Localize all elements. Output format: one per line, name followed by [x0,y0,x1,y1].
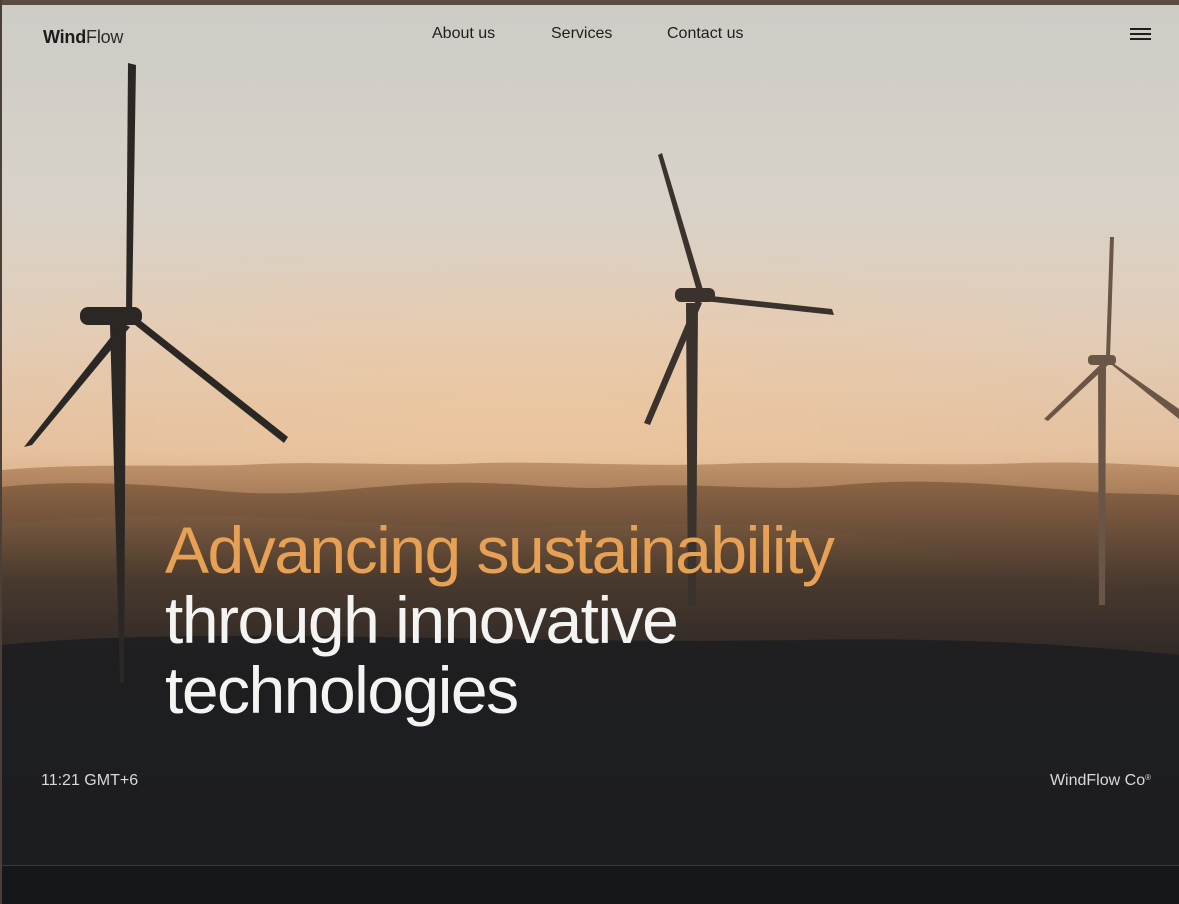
brand-name-light: Flow [86,27,124,47]
window-left-border [0,0,2,904]
company-name-text: WindFlow Co [1049,772,1146,789]
local-time: 11:21 GMT+6 [41,772,139,789]
headline-line-1: Advancing sustainability [165,513,835,587]
registered-mark: ® [1145,773,1151,782]
hero-headline: Advancing sustainability through innovat… [165,513,835,727]
brand-name-bold: Wind [43,27,87,47]
company-name: WindFlow Co® [1050,772,1151,790]
nav-services[interactable]: Services [551,25,612,43]
nav-about-us[interactable]: About us [432,25,495,43]
hero-section: WindFlow About us Services Contact us Ad… [2,5,1179,865]
next-section [2,866,1179,904]
hamburger-menu-icon[interactable] [1130,28,1151,40]
nav-contact-us[interactable]: Contact us [667,25,743,43]
window-top-border [0,0,1179,5]
headline-line-2: through innovative [165,583,679,657]
page: WindFlow About us Services Contact us Ad… [0,0,1179,904]
hero-background-image [2,5,1179,865]
brand-logo[interactable]: WindFlow [43,27,123,48]
headline-line-3: technologies [165,653,519,727]
